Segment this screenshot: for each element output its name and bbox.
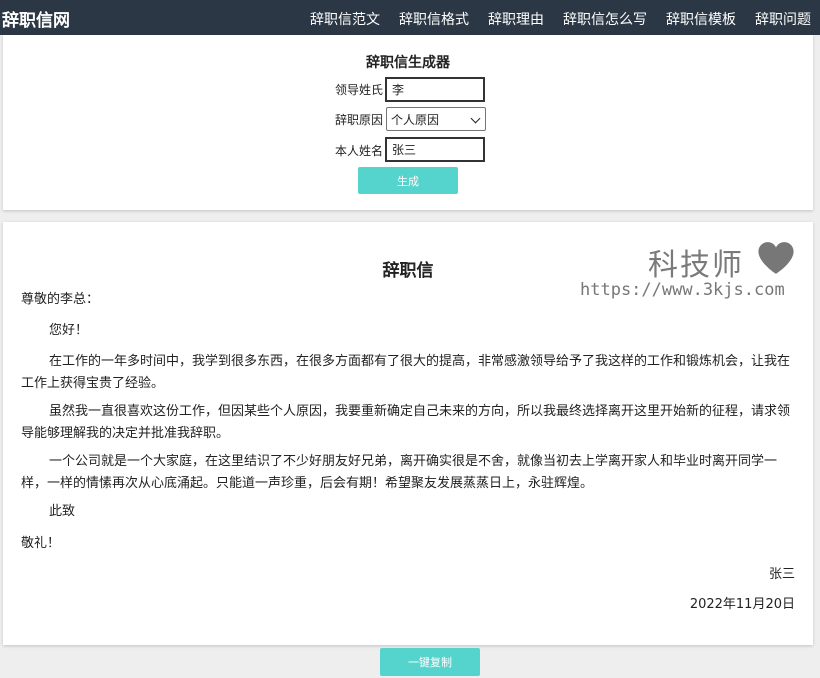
letter-salutation: 尊敬的李总： — [21, 292, 100, 307]
own-name-input[interactable]: 张三 — [385, 137, 485, 162]
resignation-reason-label: 辞职原因 — [334, 113, 383, 127]
letter-date: 2022年11月20日 — [689, 597, 795, 612]
leader-surname-input[interactable]: 李 — [385, 77, 485, 102]
resignation-reason-selected: 个人原因 — [391, 112, 440, 127]
chevron-down-icon — [470, 113, 481, 124]
letter-paragraph: 一个公司就是一个大家庭，在这里结识了不少好朋友好兄弟，离开确实很是不舍，就像当初… — [21, 454, 778, 491]
generator-panel: 辞职信生成器 领导姓氏 李 辞职原因 个人原因 本人姓名 张三 生成 — [3, 35, 813, 210]
copy-button[interactable]: 一键复制 — [380, 648, 480, 676]
top-navigation-bar: 辞职信网 辞职信范文 辞职信格式 辞职理由 辞职信怎么写 辞职信模板 辞职问题 — [0, 0, 820, 35]
nav-link-resignation-templates[interactable]: 辞职信模板 — [666, 9, 736, 29]
nav-link-resignation-format[interactable]: 辞职信格式 — [399, 9, 469, 29]
letter-paragraph: 虽然我一直很喜欢这份工作，但因某些个人原因，我要重新确定自己未来的方向，所以我最… — [21, 404, 791, 441]
letter-signature: 张三 — [768, 567, 795, 582]
generate-button[interactable]: 生成 — [358, 167, 458, 194]
letter-panel: 科技师 https://www.3kjs.com 辞职信 尊敬的李总： 您好！ … — [3, 222, 813, 645]
nav-link-resignation-reasons[interactable]: 辞职理由 — [488, 9, 544, 29]
leader-surname-label: 领导姓氏 — [334, 83, 383, 97]
nav-link-resignation-questions[interactable]: 辞职问题 — [755, 9, 811, 29]
letter-title: 辞职信 — [382, 261, 434, 281]
letter-regards: 敬礼！ — [21, 536, 61, 551]
letter-greeting: 您好！ — [49, 323, 89, 338]
main-nav: 辞职信范文 辞职信格式 辞职理由 辞职信怎么写 辞职信模板 辞职问题 — [0, 9, 820, 29]
generator-title: 辞职信生成器 — [366, 55, 450, 71]
letter-paragraph: 在工作的一年多时间中，我学到很多东西，在很多方面都有了很大的提高，非常感激领导给… — [21, 354, 791, 391]
nav-link-resignation-samples[interactable]: 辞职信范文 — [310, 9, 380, 29]
own-name-label: 本人姓名 — [334, 144, 383, 158]
letter-closing: 此致 — [49, 504, 76, 519]
resignation-reason-select[interactable]: 个人原因 — [386, 107, 486, 131]
nav-link-how-to-write[interactable]: 辞职信怎么写 — [563, 9, 647, 29]
